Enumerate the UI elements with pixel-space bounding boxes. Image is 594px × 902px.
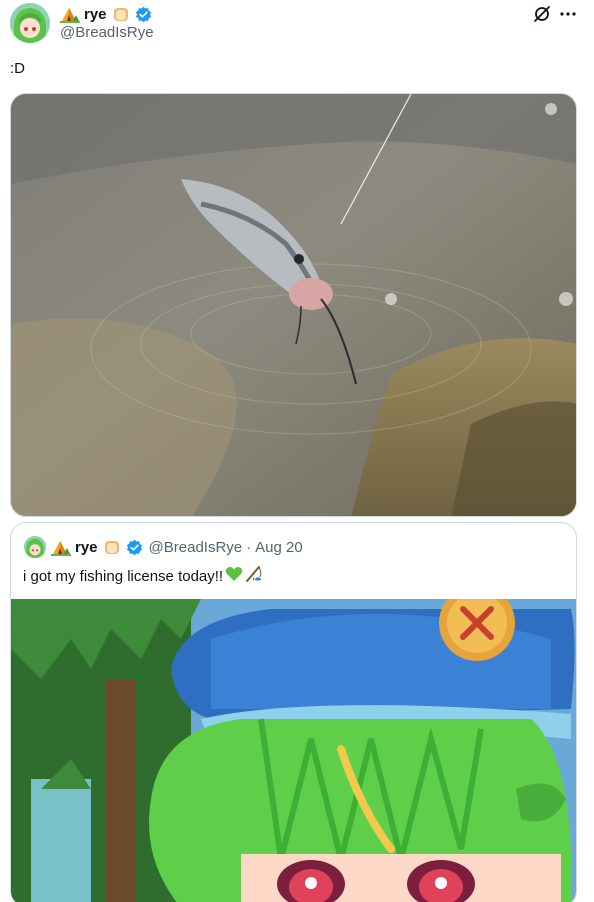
quoted-handle: @BreadIsRye <box>148 538 243 556</box>
author-display-name[interactable]: rye <box>84 6 107 23</box>
tweet-photo[interactable] <box>10 93 577 517</box>
quoted-date: Aug 20 <box>255 538 303 556</box>
quoted-tweet[interactable]: rye @BreadIsRye · Aug 20 i got my fishin… <box>10 522 577 902</box>
more-icon[interactable] <box>558 4 578 24</box>
separator-dot: · <box>246 538 252 556</box>
quoted-author-row: rye @BreadIsRye · Aug 20 <box>51 537 303 557</box>
quoted-author-avatar <box>24 536 46 558</box>
quoted-photo[interactable] <box>11 599 576 902</box>
tweet-text: :D <box>10 60 25 77</box>
fishing-pole-icon <box>245 565 263 587</box>
verified-badge-icon[interactable] <box>135 6 152 23</box>
tent-emoji-icon <box>51 538 71 556</box>
author-avatar[interactable] <box>10 3 50 43</box>
quoted-text-row: i got my fishing license today!! <box>23 565 263 587</box>
verified-badge-icon <box>126 539 143 556</box>
author-handle[interactable]: @BreadIsRye <box>60 24 154 41</box>
quoted-text: i got my fishing license today!! <box>23 567 224 585</box>
grok-icon[interactable] <box>532 4 552 24</box>
bread-emoji-icon <box>102 538 122 556</box>
author-name-row: rye <box>60 4 152 24</box>
tent-emoji-icon <box>60 5 80 23</box>
tweet[interactable]: rye @BreadIsRye :D rye @BreadIsRye · Aug… <box>0 0 594 902</box>
quoted-display-name: rye <box>75 538 98 556</box>
green-heart-icon <box>225 566 243 586</box>
bread-emoji-icon <box>111 5 131 23</box>
